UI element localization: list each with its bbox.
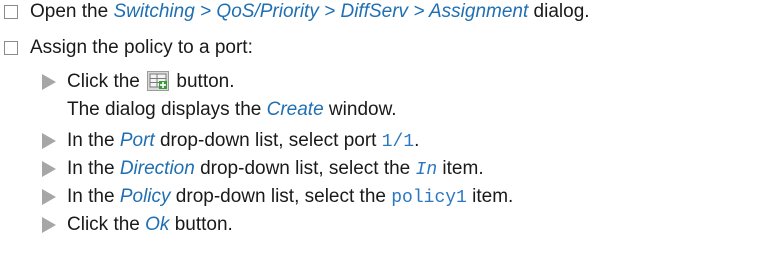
- bullet-arrow-icon: [42, 189, 56, 205]
- substep-select-policy: In the Policy drop-down list, select the…: [67, 186, 514, 208]
- substep-select-direction: In the Direction drop-down list, select …: [67, 158, 484, 180]
- step-checkbox: [4, 5, 18, 19]
- bullet-arrow-icon: [42, 161, 56, 177]
- create-table-icon: [147, 71, 170, 91]
- bullet-arrow-icon: [42, 133, 56, 149]
- step-open-dialog: Open the Switching > QoS/Priority > Diff…: [30, 1, 590, 22]
- substep-click-create: Click the button.: [67, 71, 235, 92]
- step-checkbox: [4, 41, 18, 55]
- bullet-arrow-icon: [42, 217, 56, 233]
- substep-select-port: In the Port drop-down list, select port …: [67, 130, 420, 152]
- menu-path: Switching > QoS/Priority > DiffServ > As…: [113, 1, 529, 22]
- substep-result-note: The dialog displays the Create window.: [67, 99, 397, 120]
- bullet-arrow-icon: [42, 74, 56, 90]
- substep-click-ok: Click the Ok button.: [67, 214, 233, 235]
- step-assign-policy: Assign the policy to a port:: [30, 37, 253, 58]
